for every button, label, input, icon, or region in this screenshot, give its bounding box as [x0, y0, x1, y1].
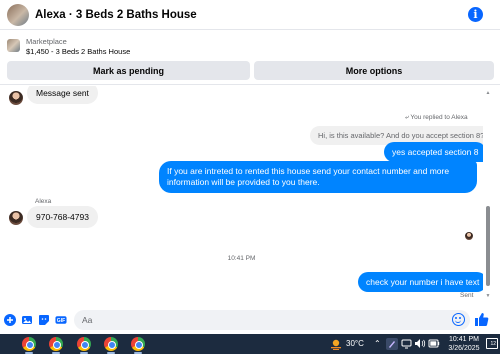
- gif-icon[interactable]: GIF: [55, 314, 67, 326]
- chat-header: Alexa · 3 Beds 2 Baths House i: [0, 0, 500, 30]
- message-bubble-received: Message sent: [27, 86, 98, 104]
- message-bubble-sent: yes accepted section 8: [384, 142, 483, 162]
- message-input[interactable]: Aa: [74, 310, 470, 330]
- reply-note: ⤶ You replied to Alexa: [405, 114, 468, 122]
- sender-name: Alexa: [35, 198, 52, 205]
- clock[interactable]: 10:41 PM 3/26/2025: [444, 335, 484, 353]
- clock-time: 10:41 PM: [449, 336, 479, 343]
- marketplace-label: Marketplace: [26, 37, 67, 46]
- chrome-app-icon[interactable]: [131, 337, 145, 351]
- svg-text:GIF: GIF: [57, 318, 65, 324]
- message-bubble-received: 970-768-4793: [27, 206, 98, 228]
- marketplace-bar: Marketplace $1,450 - 3 Beds 2 Baths Hous…: [0, 31, 500, 85]
- seen-avatar: [465, 232, 473, 240]
- composer: GIF Aa: [0, 304, 500, 334]
- weather-icon[interactable]: [330, 337, 342, 350]
- photo-icon[interactable]: [21, 314, 33, 326]
- chrome-app-icon[interactable]: [49, 337, 63, 351]
- scrollbar-thumb[interactable]: [486, 206, 490, 286]
- taskbar: 30°C ⌃ 10:41 PM 3/26/2025 12: [0, 334, 500, 354]
- notification-icon[interactable]: 12: [486, 338, 498, 349]
- scroll-up-arrow-icon[interactable]: ▲: [485, 90, 491, 96]
- message-bubble-sent: If you are intreted to rented this house…: [159, 161, 477, 193]
- chevron-up-icon[interactable]: ⌃: [374, 339, 381, 348]
- message-thread: Message sent ⤶ You replied to Alexa Hi, …: [0, 86, 483, 304]
- chrome-app-icon[interactable]: [77, 337, 91, 351]
- scrollbar[interactable]: ▲ ▼: [485, 90, 491, 300]
- listing-title[interactable]: $1,450 - 3 Beds 2 Baths House: [26, 47, 130, 56]
- timestamp-separator: 10:41 PM: [227, 255, 256, 262]
- battery-icon[interactable]: [428, 338, 440, 351]
- clock-date: 3/26/2025: [448, 345, 480, 352]
- speaker-icon[interactable]: [414, 338, 426, 351]
- message-bubble-sent: check your number i have text: [358, 272, 483, 292]
- info-icon[interactable]: i: [468, 7, 483, 22]
- chat-title[interactable]: Alexa · 3 Beds 2 Baths House: [35, 9, 197, 21]
- message-status: Sent: [460, 292, 474, 299]
- chrome-app-icon[interactable]: [104, 337, 118, 351]
- network-icon[interactable]: [401, 338, 412, 351]
- pen-icon[interactable]: [386, 338, 398, 350]
- contact-avatar[interactable]: [9, 211, 23, 225]
- chrome-app-icon[interactable]: [22, 337, 36, 351]
- like-icon[interactable]: [474, 312, 489, 327]
- contact-avatar[interactable]: [9, 91, 23, 105]
- plus-icon[interactable]: [4, 314, 16, 326]
- reply-note-text: You replied to Alexa: [410, 114, 468, 121]
- mark-as-pending-button[interactable]: Mark as pending: [7, 61, 250, 80]
- listing-avatar[interactable]: [7, 4, 29, 26]
- messenger-window: Alexa · 3 Beds 2 Baths House i Marketpla…: [0, 0, 500, 334]
- scroll-down-arrow-icon[interactable]: ▼: [485, 293, 491, 299]
- sticker-icon[interactable]: [38, 314, 50, 326]
- listing-thumbnail[interactable]: [7, 39, 20, 52]
- temperature[interactable]: 30°C: [346, 339, 364, 348]
- emoji-icon[interactable]: [452, 313, 465, 326]
- more-options-button[interactable]: More options: [254, 61, 494, 80]
